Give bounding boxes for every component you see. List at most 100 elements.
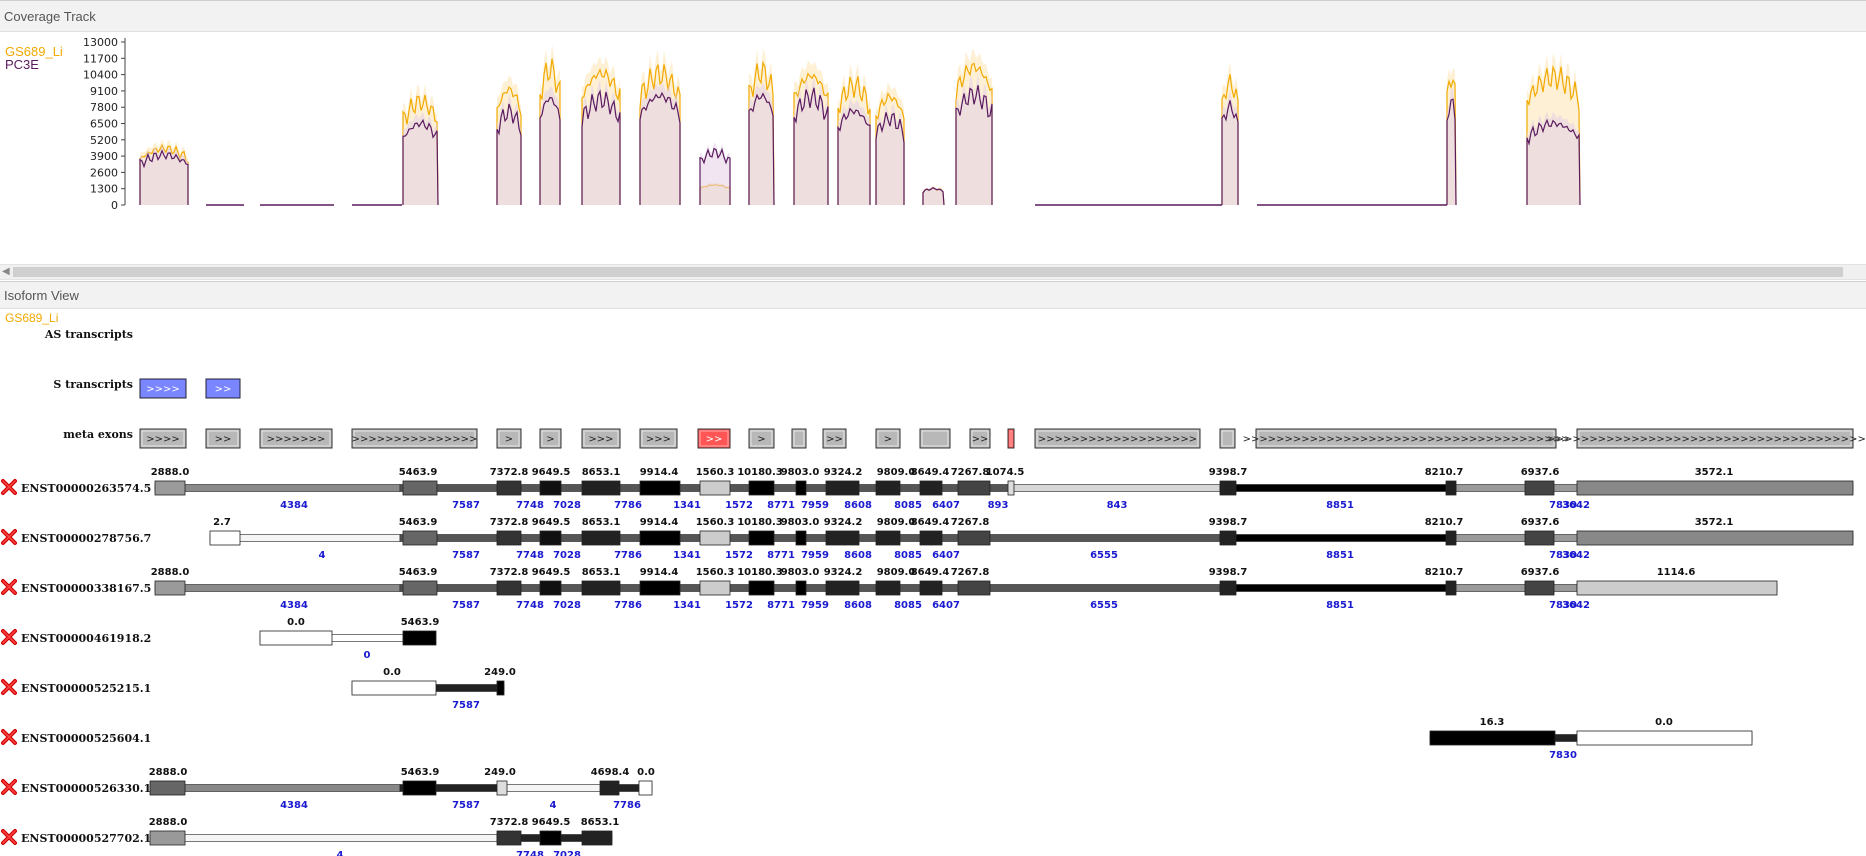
exon[interactable] [1524,530,1555,546]
s-transcript[interactable]: >>>> [139,378,187,399]
exon[interactable] [209,530,241,546]
scroll-thumb[interactable] [13,267,1843,277]
transcript-row[interactable]: ENST00000263574.52888.0 5463.9 7372.8 9649.… [1,467,1854,511]
meta-exon[interactable] [1007,428,1015,449]
exon[interactable] [957,580,991,596]
s-transcript[interactable]: >> [205,378,241,399]
exon[interactable] [539,480,562,496]
exon[interactable] [1219,580,1237,596]
meta-exon[interactable]: >>> [639,428,678,449]
exon[interactable] [496,530,522,546]
exon[interactable] [402,530,438,546]
exon[interactable] [1576,730,1753,746]
exon[interactable] [1524,480,1555,496]
meta-exon[interactable]: >> [205,428,241,449]
meta-exon[interactable]: > [875,428,901,449]
meta-exon[interactable]: >> [969,428,991,449]
transcript-row[interactable]: ENST00000461918.2 0.0 5463.9 0 [1,617,439,661]
meta-exon[interactable]: >> [697,428,731,449]
remove-transcript-icon[interactable] [1,629,17,645]
exon[interactable] [1007,480,1015,496]
transcript-row[interactable]: ENST00000278756.7 2.7 5463.9 7372.8 9649.5 86… [1,517,1854,561]
exon[interactable] [1445,480,1457,496]
meta-exon[interactable]: >>>>>>>>>>>>>>>>>>> [1034,428,1201,449]
meta-exon[interactable]: >>>> [139,428,187,449]
exon[interactable] [581,830,613,846]
exon[interactable] [259,630,333,646]
exon[interactable] [748,480,775,496]
exon[interactable] [919,480,943,496]
exon[interactable] [1524,580,1555,596]
remove-transcript-icon[interactable] [1,729,17,745]
exon[interactable] [581,530,621,546]
meta-exon[interactable]: >>>>>>> [259,428,333,449]
exon[interactable] [402,580,438,596]
exon[interactable] [1576,530,1854,546]
scroll-left-arrow-icon[interactable]: ◀ [2,266,10,278]
exon[interactable] [402,630,437,646]
exon[interactable] [539,530,562,546]
exon[interactable] [539,830,562,846]
exon[interactable] [699,580,731,596]
exon[interactable] [957,530,991,546]
coverage-scrollbar[interactable]: ◀ [0,264,1866,280]
exon[interactable] [825,530,860,546]
remove-transcript-icon[interactable] [1,829,17,845]
exon[interactable] [1429,730,1556,746]
exon[interactable] [539,580,562,596]
remove-transcript-icon[interactable] [1,579,17,595]
transcript-row[interactable]: ENST00000338167.52888.0 5463.9 7372.8 9649.… [1,567,1778,611]
meta-exon[interactable] [919,428,951,449]
exon[interactable] [599,780,620,796]
exon[interactable] [825,480,860,496]
transcript-row[interactable]: ENST00000525215.1 0.0 249.0 7587 [1,667,516,711]
exon[interactable] [795,480,807,496]
exon[interactable] [1219,530,1237,546]
exon[interactable] [919,530,943,546]
exon[interactable] [581,480,621,496]
exon[interactable] [957,480,991,496]
exon[interactable] [795,580,807,596]
exon[interactable] [748,530,775,546]
remove-transcript-icon[interactable] [1,779,17,795]
exon[interactable] [875,580,901,596]
exon[interactable] [1445,580,1457,596]
meta-exon[interactable]: > [539,428,562,449]
exon[interactable] [1576,580,1778,596]
exon[interactable] [1576,480,1854,496]
exon[interactable] [351,680,437,696]
exon[interactable] [1219,480,1237,496]
exon[interactable] [496,830,522,846]
exon[interactable] [1445,530,1457,546]
exon[interactable] [638,780,653,796]
meta-exon[interactable]: >>>>>>>>>>>>>>>>>>>>>>>>>>>>>>>>>>>>>>> [1243,428,1570,449]
exon[interactable] [149,780,186,796]
meta-exon[interactable] [791,428,807,449]
exon[interactable] [496,480,522,496]
transcript-row[interactable]: ENST00000525604.1 16.3 0.0 7830 [1,717,1753,761]
meta-exon[interactable]: >>>>>>>>>>>>>>> [351,428,478,449]
exon[interactable] [496,580,522,596]
exon[interactable] [402,480,438,496]
exon[interactable] [402,780,437,796]
meta-exon[interactable]: > [748,428,775,449]
exon[interactable] [875,480,901,496]
meta-exon[interactable]: >> [822,428,847,449]
remove-transcript-icon[interactable] [1,529,17,545]
transcript-row[interactable]: ENST00000526330.1 2888.0 5463.9 249.0 4698.4… [1,767,655,811]
remove-transcript-icon[interactable] [1,479,17,495]
meta-exon[interactable]: >>> [581,428,621,449]
remove-transcript-icon[interactable] [1,679,17,695]
exon[interactable] [748,580,775,596]
exon[interactable] [496,680,505,696]
meta-exon[interactable] [1219,428,1236,449]
exon[interactable] [639,480,681,496]
exon[interactable] [639,530,681,546]
exon[interactable] [581,580,621,596]
exon[interactable] [699,530,731,546]
exon[interactable] [795,530,807,546]
exon[interactable] [875,530,901,546]
exon[interactable] [149,830,186,846]
exon[interactable] [154,480,186,496]
exon[interactable] [825,580,860,596]
